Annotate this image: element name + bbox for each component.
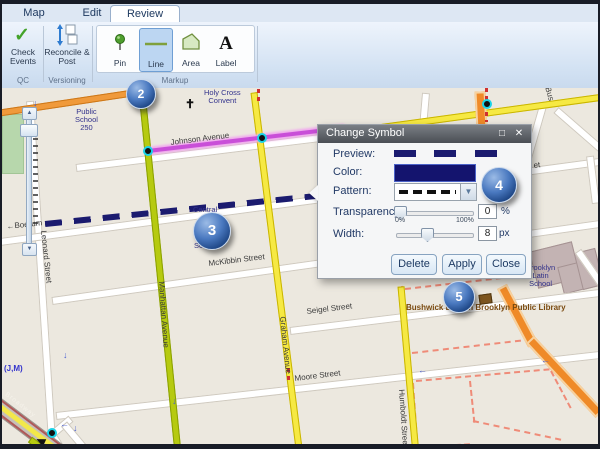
tab-edit[interactable]: Edit xyxy=(72,4,112,22)
width-slider-track[interactable] xyxy=(396,233,474,238)
zoom-slider-thumb[interactable] xyxy=(20,124,38,137)
label-mckibbin-street: McKibbin Street xyxy=(208,252,265,268)
zoom-slider-track[interactable] xyxy=(26,119,32,245)
delete-button[interactable]: Delete xyxy=(391,254,437,275)
one-way-arrow: ↓ xyxy=(63,350,68,360)
width-label: Width: xyxy=(333,228,364,240)
transparency-max-label: 100% xyxy=(456,217,474,224)
route-marker xyxy=(257,89,260,102)
label-label: Label xyxy=(210,58,242,68)
junction-node[interactable] xyxy=(482,99,492,109)
reconcile-post-label: Reconcile & Post xyxy=(44,48,90,66)
ribbon-tab-bar: Map Edit Review xyxy=(2,4,598,23)
group-separator xyxy=(257,26,258,82)
dialog-title-bar[interactable]: Change Symbol □ ✕ xyxy=(318,125,531,143)
park-area xyxy=(2,114,24,174)
junction-node[interactable] xyxy=(257,133,267,143)
pattern-label: Pattern: xyxy=(333,185,372,197)
label-a-icon: A xyxy=(210,33,242,53)
parcel-outline xyxy=(418,443,470,444)
preview-line-dash xyxy=(394,150,416,157)
width-input[interactable]: 8 xyxy=(478,226,497,241)
road-bushwick-avenue xyxy=(526,336,598,418)
application-window: Map Edit Review ✓ Check Events QC Reconc… xyxy=(0,0,600,449)
preview-line-dash xyxy=(434,150,456,157)
dialog-title: Change Symbol xyxy=(326,127,404,139)
label-subway-jm: (J,M) xyxy=(4,364,23,373)
label-public-school-250: Public School 250 xyxy=(75,108,98,132)
one-way-arrow: ↓ xyxy=(73,423,78,433)
chevron-down-icon[interactable]: ▼ xyxy=(460,183,477,201)
markup-button-panel: Pin Line Area A Label xyxy=(96,25,255,73)
line-icon xyxy=(140,34,172,54)
callout-badge-3: 3 xyxy=(193,212,231,250)
dialog-callout-tail xyxy=(309,185,318,201)
tab-review[interactable]: Review xyxy=(110,5,180,23)
area-icon xyxy=(175,33,207,53)
label-bushwick-avenue: Bus xyxy=(543,88,555,102)
apply-button[interactable]: Apply xyxy=(442,254,482,275)
label-holy-cross-convent: Holy Cross Convent xyxy=(204,89,241,105)
area-label: Area xyxy=(175,58,207,68)
label-bushwick-library: Bushwick Branch Brooklyn Public Library xyxy=(406,303,566,312)
color-label: Color: xyxy=(333,166,362,178)
preview-label: Preview: xyxy=(333,148,375,160)
markup-pin-button[interactable]: Pin xyxy=(104,28,136,70)
check-events-label: Check Events xyxy=(4,48,42,66)
holy-cross-icon: ✝ xyxy=(185,97,195,111)
color-swatch[interactable] xyxy=(394,164,476,182)
transparency-slider-track[interactable] xyxy=(396,211,474,216)
width-slider-thumb[interactable] xyxy=(421,228,434,242)
callout-badge-4: 4 xyxy=(481,167,517,203)
label-boerum-street-east: et xyxy=(533,160,541,170)
pin-icon xyxy=(104,33,136,53)
label-graham-avenue: Graham Avenue xyxy=(278,316,293,374)
label-seigel-street: Seigel Street xyxy=(306,301,353,316)
junction-node[interactable] xyxy=(47,428,57,438)
ribbon-toolbar: ✓ Check Events QC Reconcile & Post Versi… xyxy=(2,22,598,89)
pattern-dropdown[interactable] xyxy=(394,183,462,201)
transparency-min-label: 0% xyxy=(395,217,405,224)
pin-label: Pin xyxy=(104,58,136,68)
pattern-preview-dash xyxy=(399,190,456,194)
one-way-arrow: ↓ xyxy=(172,396,177,406)
parcel-outline xyxy=(469,381,475,423)
width-unit: px xyxy=(499,228,510,239)
transparency-unit: % xyxy=(501,206,510,217)
parcel-outline xyxy=(473,420,561,441)
callout-badge-2: 2 xyxy=(126,79,156,109)
markup-label-button[interactable]: A Label xyxy=(210,28,242,70)
group-label-qc: QC xyxy=(4,76,42,85)
preview-line-dash xyxy=(475,150,497,157)
parcel-outline xyxy=(412,338,531,354)
map-viewport[interactable]: ▲ ▼ Change Symbol □ ✕ Preview: Color: xyxy=(2,88,598,444)
group-label-versioning: Versioning xyxy=(44,76,90,85)
map-canvas: ▲ ▼ Change Symbol □ ✕ Preview: Color: xyxy=(2,88,598,444)
line-label: Line xyxy=(140,59,172,69)
zoom-out-button[interactable]: ▼ xyxy=(22,243,37,256)
check-icon: ✓ xyxy=(14,24,30,47)
callout-badge-5: 5 xyxy=(443,281,475,313)
one-way-arrow: ← xyxy=(418,365,427,375)
transparency-input[interactable]: 0 xyxy=(478,204,497,219)
zoom-slider-ticks xyxy=(33,138,38,228)
label-manhattan-avenue: Manhattan Avenue xyxy=(157,281,171,348)
tab-map[interactable]: Map xyxy=(14,4,54,22)
junction-node[interactable] xyxy=(143,146,153,156)
group-separator xyxy=(92,26,93,82)
one-way-arrow: ← xyxy=(60,419,69,429)
road-side-street xyxy=(553,107,598,158)
one-way-arrow: ← xyxy=(541,355,550,365)
road-moore-street xyxy=(56,350,598,420)
close-button[interactable]: Close xyxy=(486,254,526,275)
close-icon[interactable]: ✕ xyxy=(512,126,526,141)
markup-area-button[interactable]: Area xyxy=(175,28,207,70)
transparency-label: Transparency: xyxy=(333,206,403,218)
markup-line-button[interactable]: Line xyxy=(139,28,173,72)
maximize-icon[interactable]: □ xyxy=(495,126,509,141)
